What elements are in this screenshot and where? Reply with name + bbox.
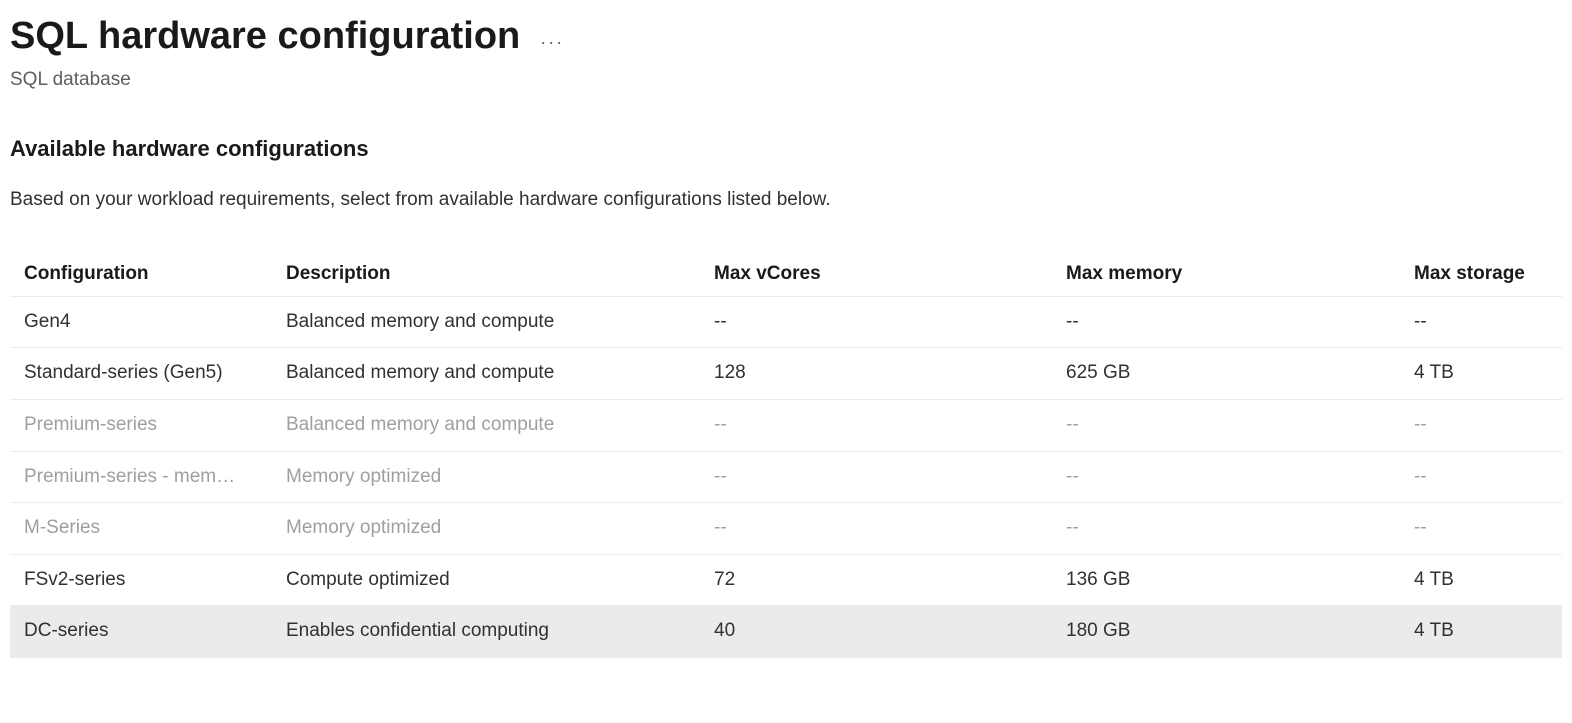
cell-max-vcores: 40 xyxy=(700,606,1052,658)
cell-config: DC-series xyxy=(10,606,272,658)
cell-description: Memory optimized xyxy=(272,451,700,503)
cell-max-vcores: 72 xyxy=(700,554,1052,606)
cell-max-memory: -- xyxy=(1052,296,1400,348)
col-header-max-memory[interactable]: Max memory xyxy=(1052,251,1400,296)
cell-max-storage: -- xyxy=(1400,503,1562,555)
cell-max-storage: -- xyxy=(1400,451,1562,503)
table-row[interactable]: M-SeriesMemory optimized------ xyxy=(10,503,1562,555)
cell-max-storage: 4 TB xyxy=(1400,554,1562,606)
table-row[interactable]: Standard-series (Gen5)Balanced memory an… xyxy=(10,348,1562,400)
cell-max-storage: 4 TB xyxy=(1400,348,1562,400)
cell-config: FSv2-series xyxy=(10,554,272,606)
cell-max-vcores: 128 xyxy=(700,348,1052,400)
table-header-row: Configuration Description Max vCores Max… xyxy=(10,251,1562,296)
table-row[interactable]: FSv2-seriesCompute optimized72136 GB4 TB xyxy=(10,554,1562,606)
table-row[interactable]: Premium-series - mem…Memory optimized---… xyxy=(10,451,1562,503)
cell-max-memory: -- xyxy=(1052,503,1400,555)
cell-max-memory: 180 GB xyxy=(1052,606,1400,658)
col-header-max-vcores[interactable]: Max vCores xyxy=(700,251,1052,296)
cell-max-vcores: -- xyxy=(700,503,1052,555)
section-description: Based on your workload requirements, sel… xyxy=(10,187,1562,214)
cell-max-vcores: -- xyxy=(700,451,1052,503)
cell-description: Enables confidential computing xyxy=(272,606,700,658)
page-title: SQL hardware configuration xyxy=(10,10,520,63)
cell-max-storage: -- xyxy=(1400,296,1562,348)
cell-max-memory: 136 GB xyxy=(1052,554,1400,606)
section-heading: Available hardware configurations xyxy=(10,134,1562,165)
cell-description: Balanced memory and compute xyxy=(272,399,700,451)
cell-max-memory: 625 GB xyxy=(1052,348,1400,400)
cell-max-memory: -- xyxy=(1052,451,1400,503)
more-actions-icon[interactable]: ··· xyxy=(540,18,564,55)
col-header-description[interactable]: Description xyxy=(272,251,700,296)
cell-max-memory: -- xyxy=(1052,399,1400,451)
cell-config: Gen4 xyxy=(10,296,272,348)
col-header-max-storage[interactable]: Max storage xyxy=(1400,251,1562,296)
cell-max-vcores: -- xyxy=(700,399,1052,451)
table-row[interactable]: Premium-seriesBalanced memory and comput… xyxy=(10,399,1562,451)
cell-description: Compute optimized xyxy=(272,554,700,606)
cell-max-storage: -- xyxy=(1400,399,1562,451)
table-row[interactable]: Gen4Balanced memory and compute------ xyxy=(10,296,1562,348)
cell-description: Balanced memory and compute xyxy=(272,348,700,400)
table-row[interactable]: DC-seriesEnables confidential computing4… xyxy=(10,606,1562,658)
cell-description: Memory optimized xyxy=(272,503,700,555)
cell-config: Premium-series xyxy=(10,399,272,451)
hardware-config-table: Configuration Description Max vCores Max… xyxy=(10,251,1562,658)
cell-description: Balanced memory and compute xyxy=(272,296,700,348)
cell-config: M-Series xyxy=(10,503,272,555)
cell-max-vcores: -- xyxy=(700,296,1052,348)
cell-config: Standard-series (Gen5) xyxy=(10,348,272,400)
page-subtitle: SQL database xyxy=(10,67,1562,94)
cell-max-storage: 4 TB xyxy=(1400,606,1562,658)
col-header-config[interactable]: Configuration xyxy=(10,251,272,296)
cell-config: Premium-series - mem… xyxy=(10,451,272,503)
